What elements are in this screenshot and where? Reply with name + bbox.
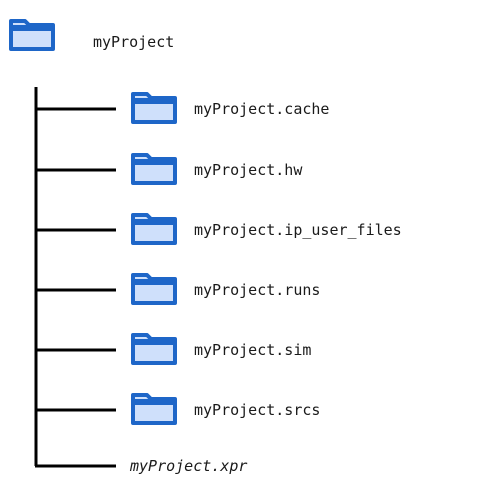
folder-label-cache[interactable]: myProject.cache [194, 99, 329, 119]
folder-icon[interactable] [130, 89, 178, 125]
folder-icon[interactable] [130, 270, 178, 306]
folder-label-runs[interactable]: myProject.runs [194, 280, 320, 300]
folder-label-sim[interactable]: myProject.sim [194, 340, 311, 360]
folder-label-hw[interactable]: myProject.hw [194, 160, 302, 180]
folder-icon[interactable] [130, 210, 178, 246]
folder-icon[interactable] [130, 150, 178, 186]
folder-label-ip-user-files[interactable]: myProject.ip_user_files [194, 220, 402, 240]
root-folder-icon[interactable] [8, 16, 56, 52]
folder-icon[interactable] [130, 330, 178, 366]
folder-icon[interactable] [130, 390, 178, 426]
folder-label-srcs[interactable]: myProject.srcs [194, 400, 320, 420]
root-folder-label[interactable]: myProject [93, 32, 174, 52]
file-label-xpr[interactable]: myProject.xpr [130, 456, 247, 476]
